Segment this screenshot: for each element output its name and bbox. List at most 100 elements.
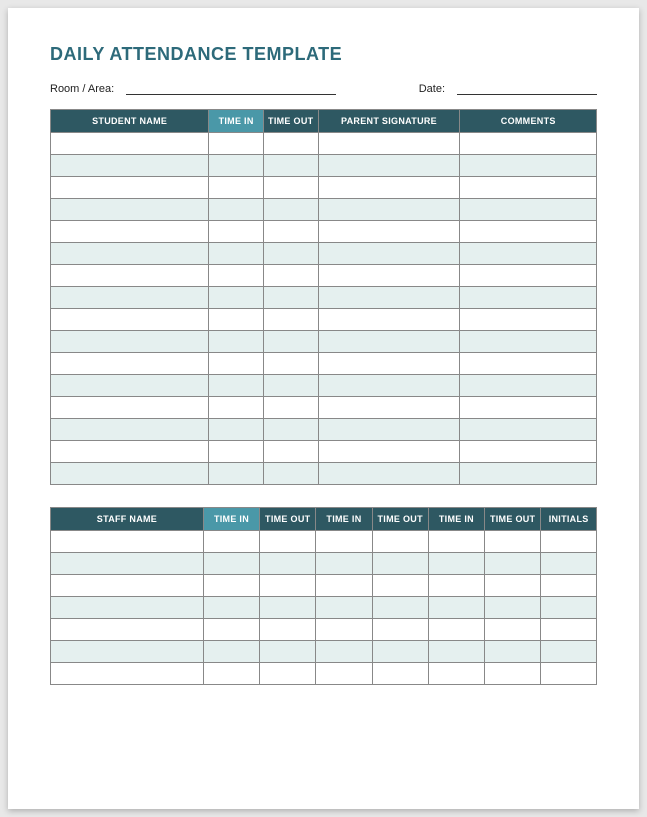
student-cell-parent-sig[interactable]	[318, 353, 460, 375]
student-cell-time-in[interactable]	[209, 243, 264, 265]
staff-cell-initials[interactable]	[541, 663, 597, 685]
student-cell-name[interactable]	[51, 287, 209, 309]
staff-cell-t4[interactable]	[372, 663, 428, 685]
staff-cell-t6[interactable]	[485, 641, 541, 663]
staff-cell-initials[interactable]	[541, 553, 597, 575]
staff-cell-name[interactable]	[51, 575, 204, 597]
staff-cell-t3[interactable]	[316, 597, 372, 619]
staff-cell-t4[interactable]	[372, 531, 428, 553]
staff-cell-t1[interactable]	[203, 553, 259, 575]
student-cell-parent-sig[interactable]	[318, 331, 460, 353]
student-cell-time-in[interactable]	[209, 463, 264, 485]
student-cell-time-out[interactable]	[263, 221, 318, 243]
student-cell-comments[interactable]	[460, 199, 597, 221]
student-cell-time-out[interactable]	[263, 353, 318, 375]
student-cell-comments[interactable]	[460, 397, 597, 419]
student-cell-time-in[interactable]	[209, 353, 264, 375]
student-cell-comments[interactable]	[460, 419, 597, 441]
staff-cell-t3[interactable]	[316, 575, 372, 597]
staff-cell-t3[interactable]	[316, 553, 372, 575]
student-cell-name[interactable]	[51, 441, 209, 463]
student-cell-time-out[interactable]	[263, 309, 318, 331]
student-cell-time-in[interactable]	[209, 375, 264, 397]
student-cell-name[interactable]	[51, 353, 209, 375]
student-cell-time-in[interactable]	[209, 265, 264, 287]
student-cell-time-out[interactable]	[263, 177, 318, 199]
student-cell-time-out[interactable]	[263, 287, 318, 309]
staff-cell-t1[interactable]	[203, 619, 259, 641]
student-cell-name[interactable]	[51, 133, 209, 155]
staff-cell-initials[interactable]	[541, 619, 597, 641]
staff-cell-t2[interactable]	[260, 663, 316, 685]
staff-cell-t6[interactable]	[485, 553, 541, 575]
staff-cell-t2[interactable]	[260, 531, 316, 553]
staff-cell-name[interactable]	[51, 619, 204, 641]
staff-cell-t5[interactable]	[428, 575, 484, 597]
student-cell-time-out[interactable]	[263, 441, 318, 463]
staff-cell-t2[interactable]	[260, 575, 316, 597]
staff-cell-t2[interactable]	[260, 553, 316, 575]
student-cell-time-in[interactable]	[209, 419, 264, 441]
staff-cell-t2[interactable]	[260, 641, 316, 663]
student-cell-comments[interactable]	[460, 265, 597, 287]
staff-cell-initials[interactable]	[541, 531, 597, 553]
staff-cell-t4[interactable]	[372, 619, 428, 641]
staff-cell-t4[interactable]	[372, 553, 428, 575]
student-cell-parent-sig[interactable]	[318, 309, 460, 331]
student-cell-name[interactable]	[51, 155, 209, 177]
student-cell-time-in[interactable]	[209, 177, 264, 199]
student-cell-time-in[interactable]	[209, 397, 264, 419]
student-cell-parent-sig[interactable]	[318, 155, 460, 177]
staff-cell-t3[interactable]	[316, 531, 372, 553]
staff-cell-t4[interactable]	[372, 597, 428, 619]
student-cell-time-in[interactable]	[209, 155, 264, 177]
staff-cell-t1[interactable]	[203, 597, 259, 619]
staff-cell-t6[interactable]	[485, 531, 541, 553]
staff-cell-name[interactable]	[51, 663, 204, 685]
student-cell-parent-sig[interactable]	[318, 177, 460, 199]
student-cell-time-out[interactable]	[263, 463, 318, 485]
staff-cell-t3[interactable]	[316, 663, 372, 685]
student-cell-comments[interactable]	[460, 463, 597, 485]
student-cell-time-out[interactable]	[263, 265, 318, 287]
staff-cell-initials[interactable]	[541, 597, 597, 619]
student-cell-parent-sig[interactable]	[318, 463, 460, 485]
student-cell-parent-sig[interactable]	[318, 243, 460, 265]
student-cell-comments[interactable]	[460, 155, 597, 177]
student-cell-comments[interactable]	[460, 353, 597, 375]
student-cell-comments[interactable]	[460, 331, 597, 353]
staff-cell-t1[interactable]	[203, 663, 259, 685]
staff-cell-t3[interactable]	[316, 641, 372, 663]
staff-cell-t6[interactable]	[485, 663, 541, 685]
staff-cell-t1[interactable]	[203, 531, 259, 553]
staff-cell-t5[interactable]	[428, 597, 484, 619]
staff-cell-name[interactable]	[51, 531, 204, 553]
student-cell-time-out[interactable]	[263, 419, 318, 441]
room-line[interactable]	[126, 83, 336, 95]
student-cell-time-in[interactable]	[209, 221, 264, 243]
staff-cell-t2[interactable]	[260, 619, 316, 641]
staff-cell-t5[interactable]	[428, 531, 484, 553]
student-cell-comments[interactable]	[460, 133, 597, 155]
student-cell-comments[interactable]	[460, 375, 597, 397]
student-cell-parent-sig[interactable]	[318, 287, 460, 309]
staff-cell-name[interactable]	[51, 553, 204, 575]
staff-cell-name[interactable]	[51, 597, 204, 619]
student-cell-name[interactable]	[51, 221, 209, 243]
staff-cell-t5[interactable]	[428, 553, 484, 575]
student-cell-name[interactable]	[51, 331, 209, 353]
student-cell-time-in[interactable]	[209, 309, 264, 331]
staff-cell-t4[interactable]	[372, 575, 428, 597]
staff-cell-t1[interactable]	[203, 641, 259, 663]
student-cell-name[interactable]	[51, 309, 209, 331]
student-cell-comments[interactable]	[460, 309, 597, 331]
student-cell-time-out[interactable]	[263, 397, 318, 419]
staff-cell-name[interactable]	[51, 641, 204, 663]
student-cell-name[interactable]	[51, 199, 209, 221]
student-cell-time-in[interactable]	[209, 331, 264, 353]
student-cell-parent-sig[interactable]	[318, 397, 460, 419]
student-cell-parent-sig[interactable]	[318, 199, 460, 221]
student-cell-time-in[interactable]	[209, 199, 264, 221]
staff-cell-t6[interactable]	[485, 619, 541, 641]
student-cell-name[interactable]	[51, 397, 209, 419]
